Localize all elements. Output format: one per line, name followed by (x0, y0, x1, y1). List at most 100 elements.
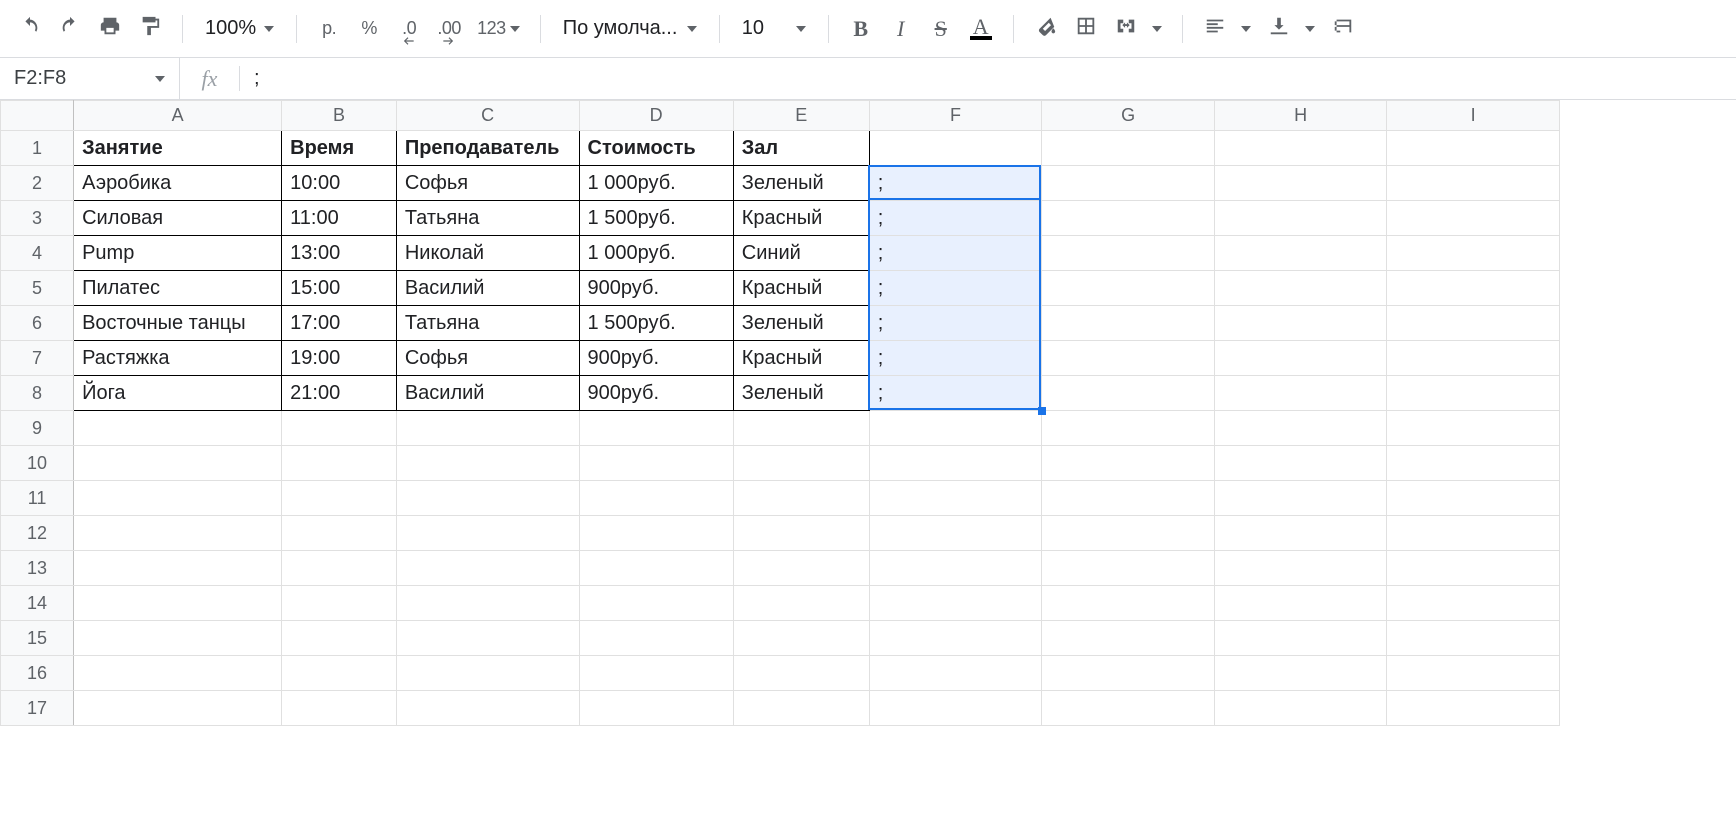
cell[interactable] (1042, 551, 1215, 586)
row-header[interactable]: 16 (1, 656, 74, 691)
formula-input[interactable]: ; (240, 67, 1736, 90)
cell[interactable]: Время (282, 131, 397, 166)
col-header[interactable]: C (396, 101, 579, 131)
cell[interactable]: Зеленый (733, 306, 869, 341)
cell[interactable]: ; (869, 236, 1042, 271)
row-header[interactable]: 7 (1, 341, 74, 376)
font-family-dropdown[interactable]: По умолча... (555, 11, 705, 47)
cell[interactable] (869, 691, 1042, 726)
cell[interactable]: Синий (733, 236, 869, 271)
col-header[interactable]: E (733, 101, 869, 131)
cell[interactable] (396, 691, 579, 726)
cell[interactable]: Восточные танцы (74, 306, 282, 341)
cell[interactable] (1042, 271, 1215, 306)
cell[interactable] (869, 131, 1042, 166)
cell[interactable]: 1 500руб. (579, 201, 733, 236)
row-header[interactable]: 9 (1, 411, 74, 446)
cell[interactable]: 1 000руб. (579, 236, 733, 271)
cell[interactable] (579, 586, 733, 621)
cell[interactable] (1042, 656, 1215, 691)
strikethrough-button[interactable]: S (923, 11, 959, 47)
cell[interactable]: ; (869, 201, 1042, 236)
cell[interactable] (1214, 481, 1387, 516)
cell[interactable] (1387, 621, 1560, 656)
row-header[interactable]: 15 (1, 621, 74, 656)
cell[interactable]: Татьяна (396, 201, 579, 236)
horizontal-align-dropdown[interactable] (1235, 11, 1257, 47)
cell[interactable] (1042, 481, 1215, 516)
row-header[interactable]: 17 (1, 691, 74, 726)
cell[interactable] (396, 586, 579, 621)
cell[interactable] (396, 411, 579, 446)
cell[interactable]: Василий (396, 376, 579, 411)
cell[interactable] (1214, 411, 1387, 446)
cell[interactable] (579, 691, 733, 726)
cell[interactable] (396, 621, 579, 656)
cell[interactable] (1214, 166, 1387, 201)
cell[interactable]: 21:00 (282, 376, 397, 411)
cell[interactable] (1042, 411, 1215, 446)
cell[interactable] (282, 446, 397, 481)
cell[interactable] (1042, 306, 1215, 341)
cell[interactable] (1387, 306, 1560, 341)
cell[interactable] (74, 551, 282, 586)
cell[interactable] (1387, 656, 1560, 691)
more-formats-dropdown[interactable]: 123 (471, 11, 526, 47)
cell[interactable] (1042, 446, 1215, 481)
row-header[interactable]: 6 (1, 306, 74, 341)
cell[interactable] (1387, 236, 1560, 271)
cell[interactable] (1387, 131, 1560, 166)
cell[interactable] (1387, 586, 1560, 621)
cell[interactable] (1387, 341, 1560, 376)
increase-decimal-button[interactable]: .00 (431, 11, 467, 47)
merge-cells-button[interactable] (1108, 11, 1144, 47)
row-header[interactable]: 13 (1, 551, 74, 586)
cell[interactable] (282, 691, 397, 726)
cell[interactable] (1214, 586, 1387, 621)
cell[interactable] (282, 481, 397, 516)
cell[interactable] (869, 621, 1042, 656)
cell[interactable] (74, 411, 282, 446)
cell[interactable] (74, 516, 282, 551)
row-header[interactable]: 5 (1, 271, 74, 306)
cell[interactable] (1387, 516, 1560, 551)
cell[interactable] (579, 411, 733, 446)
col-header[interactable]: G (1042, 101, 1215, 131)
cell[interactable] (733, 551, 869, 586)
cell[interactable] (1214, 236, 1387, 271)
merge-cells-dropdown[interactable] (1146, 11, 1168, 47)
cell[interactable]: Йога (74, 376, 282, 411)
bold-button[interactable]: B (843, 11, 879, 47)
row-header[interactable]: 8 (1, 376, 74, 411)
horizontal-align-button[interactable] (1197, 11, 1233, 47)
cell[interactable]: Софья (396, 166, 579, 201)
cell[interactable]: 10:00 (282, 166, 397, 201)
text-wrap-button[interactable] (1325, 11, 1361, 47)
cell[interactable]: Пилатес (74, 271, 282, 306)
cell[interactable] (579, 621, 733, 656)
row-header[interactable]: 2 (1, 166, 74, 201)
cell[interactable]: ; (869, 306, 1042, 341)
cell[interactable] (1214, 551, 1387, 586)
cell[interactable]: Занятие (74, 131, 282, 166)
cell[interactable]: ; (869, 376, 1042, 411)
cell[interactable] (1214, 306, 1387, 341)
row-header[interactable]: 11 (1, 481, 74, 516)
cell[interactable] (1214, 516, 1387, 551)
cell[interactable] (396, 656, 579, 691)
cell[interactable] (1214, 621, 1387, 656)
cell[interactable] (733, 516, 869, 551)
cell[interactable] (869, 516, 1042, 551)
col-header[interactable]: F (869, 101, 1042, 131)
cell[interactable] (1042, 201, 1215, 236)
cell[interactable] (579, 551, 733, 586)
row-header[interactable]: 10 (1, 446, 74, 481)
col-header[interactable]: A (74, 101, 282, 131)
cell[interactable] (74, 481, 282, 516)
cell[interactable]: ; (869, 341, 1042, 376)
cell[interactable]: 13:00 (282, 236, 397, 271)
cell[interactable] (282, 551, 397, 586)
name-box[interactable]: F2:F8 (0, 58, 180, 99)
cell[interactable] (74, 586, 282, 621)
vertical-align-button[interactable] (1261, 11, 1297, 47)
